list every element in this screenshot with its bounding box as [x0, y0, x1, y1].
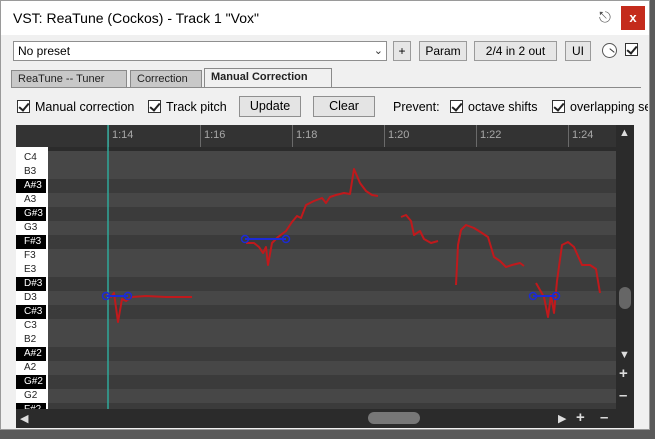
param-button[interactable]: Param	[419, 41, 467, 61]
pin-icon[interactable]: ⎋	[599, 9, 611, 26]
prevent-label: Prevent:	[393, 100, 440, 114]
overlapping-checkbox[interactable]	[552, 100, 565, 113]
track-pitch-checkbox[interactable]	[148, 100, 161, 113]
add-preset-button[interactable]: +	[393, 41, 411, 61]
plugin-window: VST: ReaTune (Cockos) - Track 1 "Vox" ⎋ …	[0, 0, 650, 430]
track-pitch-label: Track pitch	[166, 100, 227, 114]
close-button[interactable]: x	[621, 6, 645, 30]
chevron-down-icon: ⌄	[373, 45, 383, 57]
manual-correction-label: Manual correction	[35, 100, 135, 114]
options-row: Manual correction Track pitch Update Cle…	[1, 96, 649, 120]
octave-shifts-label: octave shifts	[468, 100, 538, 114]
pitch-overlay	[101, 125, 601, 409]
io-routing-button[interactable]: 2/4 in 2 out	[474, 41, 557, 61]
octave-shifts-checkbox[interactable]	[450, 100, 463, 113]
update-button[interactable]: Update	[239, 96, 301, 117]
clear-button[interactable]: Clear	[313, 96, 375, 117]
pitch-curve	[400, 214, 439, 244]
manual-correction-checkbox[interactable]	[17, 100, 30, 113]
ui-button[interactable]: UI	[565, 41, 591, 61]
pitch-curve	[455, 224, 525, 286]
bypass-checkbox[interactable]	[625, 43, 638, 56]
tab-tuner[interactable]: ReaTune -- Tuner	[11, 70, 127, 87]
pitch-curve	[535, 241, 601, 318]
title-bar[interactable]: VST: ReaTune (Cockos) - Track 1 "Vox" ⎋ …	[1, 1, 649, 35]
pitch-editor[interactable]: 1:14 1:16 1:18 1:20 1:22 1:24 C4 B3 A#3 A3 G#3 G3 F…	[16, 125, 634, 428]
tab-correction[interactable]: Correction	[130, 70, 202, 87]
wet-knob-icon[interactable]	[602, 43, 617, 58]
window-title: VST: ReaTune (Cockos) - Track 1 "Vox"	[13, 10, 259, 26]
pitch-curve	[105, 292, 192, 323]
preset-value: No preset	[18, 44, 71, 58]
tab-manual-correction[interactable]: Manual Correction	[204, 68, 332, 88]
toolbar: No preset ⌄ + Param 2/4 in 2 out UI	[1, 39, 649, 65]
pitch-curve	[246, 168, 379, 266]
overlapping-label: overlapping se	[570, 100, 648, 114]
preset-dropdown[interactable]: No preset ⌄	[13, 41, 387, 61]
tab-divider	[11, 87, 641, 88]
